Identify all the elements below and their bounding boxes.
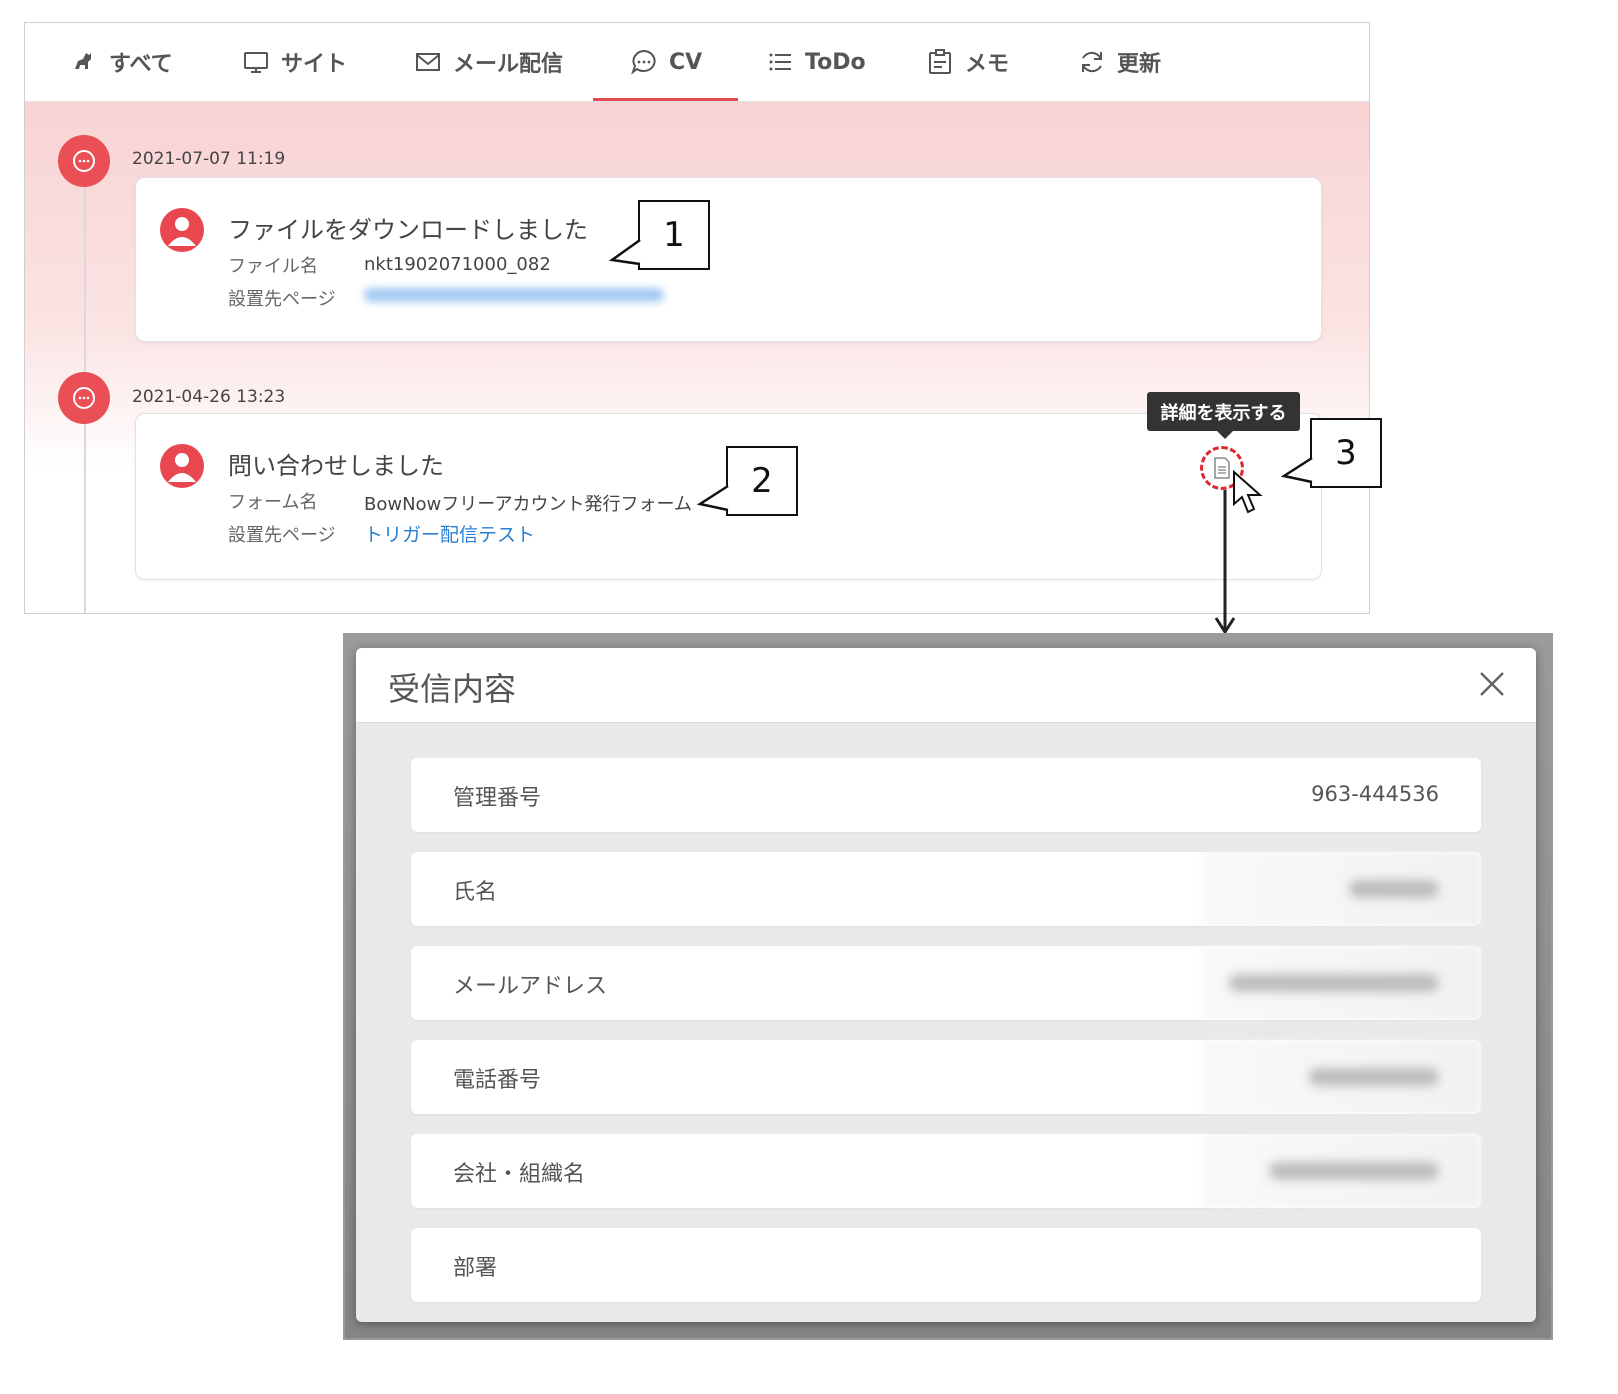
tab-label: サイト	[281, 52, 348, 77]
redaction-blur	[1201, 852, 1481, 926]
list-icon	[769, 53, 791, 71]
callout-2: 2	[726, 446, 798, 516]
row-label: 管理番号	[453, 786, 542, 811]
field-label: 設置先ページ	[228, 525, 336, 546]
callout-pointer	[608, 238, 641, 266]
modal-title: 受信内容	[388, 670, 517, 708]
entry-date: 2021-07-07 11:19	[132, 149, 286, 169]
page-link-redacted[interactable]	[364, 288, 664, 302]
document-icon	[1214, 457, 1230, 479]
field-label: フォーム名	[228, 492, 318, 513]
field-label: 設置先ページ	[228, 289, 336, 310]
modal-header: 受信内容	[356, 648, 1536, 723]
redacted-value	[1309, 1068, 1439, 1086]
callout-pointer	[696, 484, 729, 512]
detail-row: 氏名	[411, 852, 1481, 926]
chat-bubble-icon	[73, 150, 95, 172]
tab-site[interactable]: サイト	[241, 23, 347, 101]
row-label: メールアドレス	[453, 974, 608, 999]
tab-bar: すべて サイト メール配信 CV ToDo メモ 更新	[25, 23, 1369, 102]
detail-row: 電話番号	[411, 1040, 1481, 1114]
received-content-modal: 受信内容 管理番号 963-444536 氏名 メールアドレス 電話番号 会社・…	[356, 648, 1536, 1322]
row-label: 電話番号	[453, 1068, 542, 1093]
tab-todo[interactable]: ToDo	[765, 23, 866, 101]
tab-label: メール配信	[453, 52, 564, 77]
callout-3: 3	[1310, 418, 1382, 488]
tab-all[interactable]: すべて	[69, 23, 173, 101]
card-title: 問い合わせしました	[228, 452, 444, 480]
tab-label: ToDo	[805, 49, 866, 75]
tooltip: 詳細を表示する	[1147, 392, 1300, 439]
tab-label: CV	[669, 49, 703, 75]
row-label: 部署	[453, 1256, 498, 1281]
close-icon[interactable]	[1476, 668, 1508, 700]
detail-row: 部署	[411, 1228, 1481, 1302]
redacted-value	[1229, 974, 1439, 992]
tab-label: すべて	[109, 52, 173, 77]
row-label: 氏名	[453, 880, 498, 905]
timeline-card: ファイルをダウンロードしました ファイル名 nkt1902071000_082 …	[135, 177, 1322, 342]
callout-1: 1	[638, 200, 710, 270]
page-link[interactable]: トリガー配信テスト	[364, 520, 535, 547]
refresh-icon	[1082, 51, 1102, 73]
tab-cv[interactable]: CV	[592, 23, 739, 101]
clipboard-icon	[929, 49, 951, 74]
card-title: ファイルをダウンロードしました	[228, 216, 588, 244]
timeline-marker	[58, 135, 110, 187]
timeline-marker	[58, 372, 110, 424]
row-label: 会社・組織名	[453, 1162, 586, 1187]
tab-update[interactable]: 更新	[1077, 23, 1161, 101]
tab-label: 更新	[1117, 52, 1162, 77]
detail-row: メールアドレス	[411, 946, 1481, 1020]
chat-bubble-icon	[73, 387, 95, 409]
user-avatar-icon	[160, 444, 204, 488]
detail-row: 会社・組織名	[411, 1134, 1481, 1208]
detail-row: 管理番号 963-444536	[411, 758, 1481, 832]
monitor-icon	[244, 52, 268, 73]
entry-date: 2021-04-26 13:23	[132, 387, 286, 407]
callout-pointer	[1280, 456, 1313, 484]
redacted-value	[1269, 1162, 1439, 1180]
tab-mail[interactable]: メール配信	[413, 23, 563, 101]
user-avatar-icon	[160, 208, 204, 252]
modal-screenshot: 受信内容 管理番号 963-444536 氏名 メールアドレス 電話番号 会社・…	[343, 633, 1553, 1340]
dog-icon	[75, 53, 91, 69]
tab-memo[interactable]: メモ	[925, 23, 1009, 101]
tab-label: メモ	[965, 52, 1010, 77]
chat-bubble-icon	[631, 49, 656, 75]
arrow-down-icon	[1214, 490, 1236, 635]
redacted-value	[1349, 880, 1439, 898]
file-name-value: nkt1902071000_082	[364, 254, 551, 275]
row-value: 963-444536	[1311, 782, 1439, 806]
field-label: ファイル名	[228, 256, 318, 277]
timeline-panel: すべて サイト メール配信 CV ToDo メモ 更新 2021-07-07 1…	[24, 22, 1370, 614]
form-name-value: BowNowフリーアカウント発行フォーム	[364, 494, 693, 515]
mail-icon	[416, 53, 440, 71]
